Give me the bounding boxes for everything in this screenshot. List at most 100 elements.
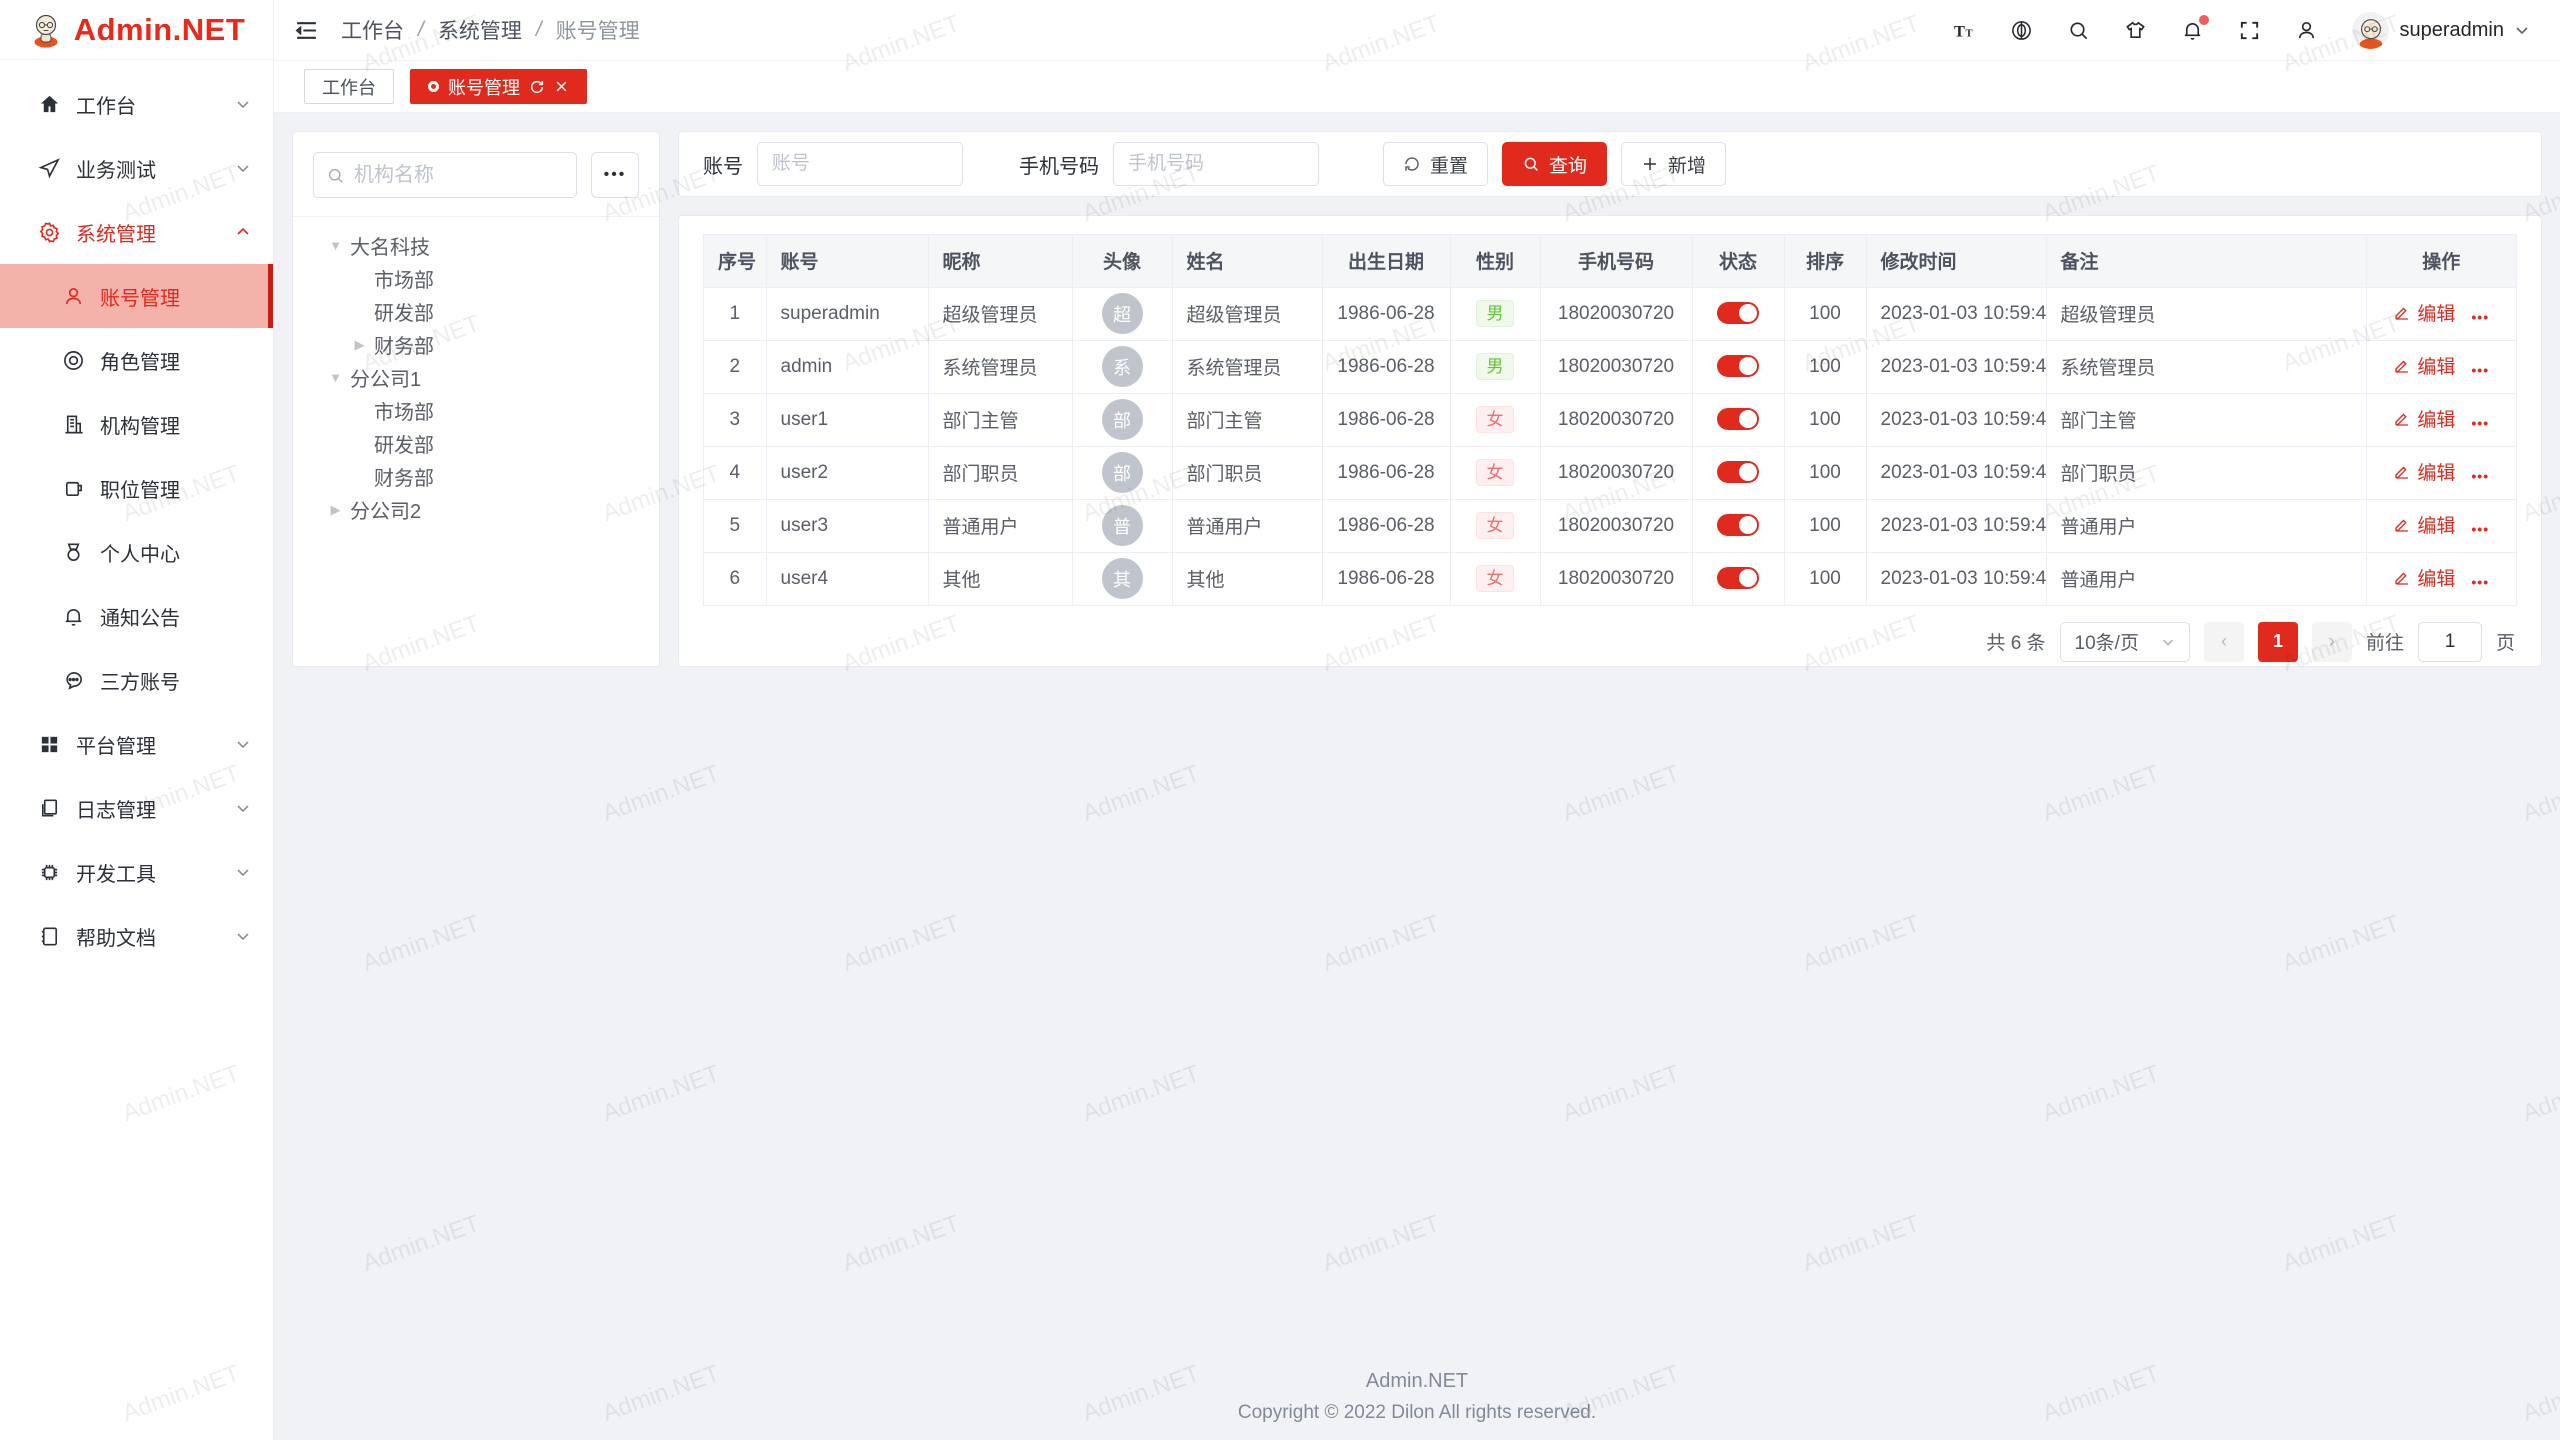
sidebar-item-label: 帮助文档: [76, 922, 156, 951]
edit-icon: [2393, 463, 2411, 481]
status-toggle[interactable]: [1717, 302, 1759, 324]
collapse-menu-icon[interactable]: [294, 18, 319, 43]
tree-node[interactable]: ▼分公司1: [313, 361, 639, 394]
language-icon[interactable]: [2010, 19, 2033, 42]
more-actions-button[interactable]: •••: [2471, 415, 2489, 431]
sidebar-item-notice[interactable]: 通知公告: [0, 584, 273, 648]
page-number-button[interactable]: 1: [2258, 622, 2298, 662]
status-toggle[interactable]: [1717, 461, 1759, 483]
more-actions-button[interactable]: •••: [2471, 362, 2489, 378]
sidebar-item-role-manage[interactable]: 角色管理: [0, 328, 273, 392]
tree-node[interactable]: 市场部: [313, 262, 639, 295]
table-row: 3user1部门主管部部门主管1986-06-28女18020030720100…: [704, 393, 2516, 446]
cell-status: [1692, 446, 1784, 499]
sidebar-item-label: 机构管理: [100, 410, 180, 439]
table-row: 4user2部门职员部部门职员1986-06-28女18020030720100…: [704, 446, 2516, 499]
svg-text:T: T: [1954, 21, 1965, 40]
cell-gender: 男: [1450, 287, 1540, 340]
tree-node[interactable]: ▶分公司2: [313, 493, 639, 526]
edit-button[interactable]: 编辑: [2393, 458, 2455, 485]
more-actions-button[interactable]: •••: [2471, 468, 2489, 484]
reset-button[interactable]: 重置: [1383, 142, 1488, 186]
sidebar-item-label: 工作台: [76, 90, 136, 119]
accounts-table: 序号 账号 昵称 头像 姓名 出生日期 性别 手机号码 状态 排序: [704, 235, 2516, 606]
org-search-field[interactable]: [313, 152, 577, 198]
more-actions-button[interactable]: •••: [2471, 309, 2489, 325]
cell-name: 普通用户: [1172, 499, 1322, 552]
breadcrumb: 工作台 / 系统管理 / 账号管理: [341, 15, 640, 45]
sidebar-item-org-manage[interactable]: 机构管理: [0, 392, 273, 456]
status-toggle[interactable]: [1717, 567, 1759, 589]
caret-down-icon[interactable]: ▼: [327, 238, 344, 253]
edit-button[interactable]: 编辑: [2393, 564, 2455, 591]
edit-button[interactable]: 编辑: [2393, 352, 2455, 379]
phone-input[interactable]: [1113, 142, 1319, 186]
status-toggle[interactable]: [1717, 408, 1759, 430]
col-modified: 修改时间: [1866, 235, 2046, 287]
filter-bar: 账号 手机号码 重置 查询 新增: [678, 131, 2542, 197]
sidebar-item-platform-manage[interactable]: 平台管理: [0, 712, 273, 776]
cell-actions: 编辑 •••: [2366, 393, 2516, 446]
sidebar-item-log-manage[interactable]: 日志管理: [0, 776, 273, 840]
tab-account-manage[interactable]: 账号管理: [410, 69, 587, 104]
breadcrumb-separator: /: [536, 18, 542, 42]
profile-icon[interactable]: [2295, 19, 2318, 42]
cell-name: 部门主管: [1172, 393, 1322, 446]
edit-button[interactable]: 编辑: [2393, 299, 2455, 326]
goto-page-input[interactable]: [2418, 622, 2482, 662]
sidebar-item-help-docs[interactable]: 帮助文档: [0, 904, 273, 968]
org-search-input[interactable]: [354, 164, 564, 187]
query-button[interactable]: 查询: [1502, 142, 1607, 186]
fullscreen-icon[interactable]: [2238, 19, 2261, 42]
more-actions-button[interactable]: •••: [2471, 521, 2489, 537]
cell-modified: 2023-01-03 10:59:44: [1866, 446, 2046, 499]
prev-page-button[interactable]: ‹: [2204, 622, 2244, 662]
tab-workbench[interactable]: 工作台: [304, 69, 394, 104]
active-tab-dot-icon: [428, 81, 439, 92]
user-menu[interactable]: superadmin: [2352, 12, 2530, 49]
sidebar-item-dev-tools[interactable]: 开发工具: [0, 840, 273, 904]
caret-right-icon[interactable]: ▶: [327, 502, 344, 518]
chevron-down-icon: [235, 96, 251, 112]
page-size-select[interactable]: 10条/页: [2060, 622, 2190, 662]
font-size-icon[interactable]: TT: [1953, 19, 1976, 42]
tree-node[interactable]: 研发部: [313, 427, 639, 460]
refresh-tab-icon[interactable]: [529, 79, 545, 95]
search-icon[interactable]: [2067, 19, 2090, 42]
sidebar-item-business-test[interactable]: 业务测试: [0, 136, 273, 200]
next-page-button[interactable]: ›: [2312, 622, 2352, 662]
more-actions-button[interactable]: •••: [2471, 574, 2489, 590]
breadcrumb-item[interactable]: 系统管理: [438, 15, 522, 45]
add-button[interactable]: 新增: [1621, 142, 1726, 186]
caret-down-icon[interactable]: ▼: [327, 370, 344, 385]
tree-node[interactable]: 研发部: [313, 295, 639, 328]
tree-more-button[interactable]: •••: [591, 152, 639, 198]
sidebar-item-third-party-account[interactable]: 三方账号: [0, 648, 273, 712]
edit-button[interactable]: 编辑: [2393, 405, 2455, 432]
cell-account: user1: [766, 393, 928, 446]
status-toggle[interactable]: [1717, 514, 1759, 536]
tree-node[interactable]: ▼大名科技: [313, 229, 639, 262]
notification-icon[interactable]: [2181, 19, 2204, 42]
sidebar-item-position-manage[interactable]: 职位管理: [0, 456, 273, 520]
breadcrumb-item[interactable]: 工作台: [341, 15, 404, 45]
caret-right-icon[interactable]: ▶: [351, 337, 368, 353]
theme-icon[interactable]: [2124, 19, 2147, 42]
sidebar-item-workbench[interactable]: 工作台: [0, 72, 273, 136]
account-input[interactable]: [757, 142, 963, 186]
sidebar-item-personal-center[interactable]: 个人中心: [0, 520, 273, 584]
close-tab-icon[interactable]: [554, 79, 569, 94]
home-icon: [38, 93, 61, 116]
cell-remark: 部门主管: [2046, 393, 2366, 446]
edit-button[interactable]: 编辑: [2393, 511, 2455, 538]
sidebar-item-system-manage[interactable]: 系统管理: [0, 200, 273, 264]
sidebar-item-account-manage[interactable]: 账号管理: [0, 264, 273, 328]
sidebar: Admin.NET 工作台 业务测试 系统管理 账号管理: [0, 0, 274, 1440]
tree-node[interactable]: 市场部: [313, 394, 639, 427]
status-toggle[interactable]: [1717, 355, 1759, 377]
cell-remark: 普通用户: [2046, 552, 2366, 605]
cell-modified: 2023-01-03 10:59:44: [1866, 499, 2046, 552]
tree-node[interactable]: 财务部: [313, 460, 639, 493]
tree-node[interactable]: ▶财务部: [313, 328, 639, 361]
logo[interactable]: Admin.NET: [0, 0, 273, 60]
